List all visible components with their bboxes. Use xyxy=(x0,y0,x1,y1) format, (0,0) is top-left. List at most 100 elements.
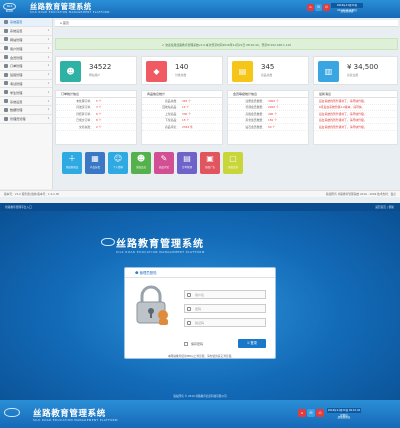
quick-add-article[interactable]: ▢ 添加文章 xyxy=(223,152,243,174)
username-field[interactable]: 用户名 xyxy=(184,290,266,299)
stat-card-users[interactable]: ☻ 34522 网站用户 xyxy=(55,56,137,85)
student-icon xyxy=(4,90,8,95)
brand-title: 丝路教育管理系统 xyxy=(116,239,204,250)
login-button[interactable]: ⚿ 登录 xyxy=(238,339,266,348)
app-header: SILK ROAD 丝路教育管理系统 SILK ROAD EDUCATION M… xyxy=(0,0,400,18)
app-subtitle: SILK ROAD EDUCATION MANAGEMENT PLATFORM xyxy=(30,11,110,14)
sidebar-item-users[interactable]: 用户管理 ▾ xyxy=(0,44,52,54)
stat-card-categories[interactable]: ◆ 140 分类总数 xyxy=(141,56,223,85)
cart-icon: ▤ xyxy=(232,61,253,82)
stat-card-revenue[interactable]: ▥ ¥ 34,500 总营业额 xyxy=(313,56,398,85)
chevron-down-icon: ▾ xyxy=(47,38,49,42)
stat-label: 分类总数 xyxy=(175,73,187,77)
chevron-down-icon: ▾ xyxy=(47,108,49,112)
panel-title: 商品信息统计 xyxy=(142,91,222,98)
comment-icon: ✎ xyxy=(160,154,168,163)
quick-comments[interactable]: ✎ 商品评论 xyxy=(154,152,174,174)
login-topbar-links[interactable]: 返回首页 | 帮助 xyxy=(375,203,394,211)
sidebar-item-classes[interactable]: 班级管理 ▾ xyxy=(0,71,52,80)
mail-icon[interactable]: ✉ xyxy=(315,4,322,11)
quick-add-product[interactable]: ＋添加新商品 xyxy=(62,152,82,174)
sidebar-item-data[interactable]: 数据管理 ▾ xyxy=(0,106,52,115)
quick-product-category[interactable]: ▦ 产品分类 xyxy=(85,152,105,174)
stat-value: 34522 xyxy=(89,63,112,71)
padlock-icon xyxy=(136,285,168,325)
chevron-down-icon: ▾ xyxy=(47,90,49,94)
sidebar-item-home[interactable]: 系统首页 xyxy=(0,18,52,27)
admin-icon xyxy=(4,116,8,121)
stat-label: 总营业额 xyxy=(347,73,359,77)
sidebar-item-site[interactable]: 网站管理 ▾ xyxy=(0,36,52,45)
book-icon xyxy=(4,72,8,77)
sidebar-item-admins[interactable]: 管理员管理 ▾ xyxy=(0,115,52,124)
admin-footer: 版本号：V1.0 服务器(当前)版本号：1.0.1.05 版权所有 丝路教育管理… xyxy=(0,190,400,197)
home-icon[interactable]: ⌂ xyxy=(307,4,314,11)
version-text: 版本号：V1.0 服务器(当前)版本号：1.0.1.05 xyxy=(4,192,60,196)
login-topbar-title: 丝路教育管理平台入口 xyxy=(5,205,32,209)
remember-password[interactable]: 保存密码 xyxy=(184,342,203,346)
login-box: ☻ 管理员登陆 用户名 密码 验证码 保存密码 ⚿ 登录 本网站推荐使用IE8以… xyxy=(124,267,276,359)
cart-icon xyxy=(4,63,8,68)
datetime-display: 2016年11月20日 09:10:44 星期日 xyxy=(327,408,361,417)
remember-checkbox[interactable] xyxy=(184,342,188,346)
header-banner: 丝路教育管理系统 SILK ROAD EDUCATION MANAGEMENT … xyxy=(0,400,400,428)
settings-icon xyxy=(4,99,8,104)
quick-add-member[interactable]: ☻ 添加会员 xyxy=(131,152,151,174)
panel-orders: 订单统计信息 未处理订单： 5 个 待发货订单： 3 个 待结算订单： 6 个 已成交… xyxy=(55,90,137,145)
cart-icon: ▤ xyxy=(183,154,191,163)
sidebar-item-students[interactable]: 学生管理 ▾ xyxy=(0,88,52,98)
password-field[interactable]: 密码 xyxy=(184,304,266,313)
person-icon: ☺ xyxy=(113,154,123,163)
captcha-field[interactable]: 验证码 xyxy=(184,318,266,327)
panel-title: 会员等级统计信息 xyxy=(228,91,308,98)
brand-subtitle: SILK ROAD EDUCATION MANAGEMENT PLATFORM xyxy=(116,250,205,254)
user-display[interactable]: 超级管理员 xyxy=(331,9,363,14)
panel-goods: 商品信息统计 商品总数： 345 个 回收站商品： 12 个 上架商品： 330 个 … xyxy=(141,90,223,145)
stat-card-goods[interactable]: ▤ 345 商品总数 xyxy=(227,56,309,85)
stat-value: 140 xyxy=(175,63,189,71)
power-icon[interactable]: ⏻ xyxy=(323,4,330,11)
tag-icon: ◆ xyxy=(146,61,167,82)
sidebar-item-members[interactable]: 会员管理 ▾ xyxy=(0,53,52,62)
quick-profile[interactable]: ☺ 个人资料 xyxy=(108,152,128,174)
logo: SILK ROAD xyxy=(3,3,16,13)
list-item: 交易失败： 2 个 xyxy=(56,124,136,131)
home-icon xyxy=(4,19,8,24)
quick-orders[interactable]: ▤ 订单管理 xyxy=(177,152,197,174)
grid-icon: ▦ xyxy=(91,154,99,163)
user-icon xyxy=(4,46,8,51)
chevron-down-icon: ▾ xyxy=(47,29,49,33)
mail-icon[interactable]: ✉ xyxy=(307,409,315,417)
list-item: 钻石会员数量： 50 个 xyxy=(228,124,308,131)
stat-label: 网站用户 xyxy=(89,73,101,77)
login-box-title: ☻ 管理员登陆 xyxy=(125,268,275,278)
chevron-down-icon: ▾ xyxy=(47,82,49,86)
home-icon[interactable]: ⌂ xyxy=(298,409,306,417)
login-brand: 丝路教育管理系统 SILK ROAD EDUCATION MANAGEMENT … xyxy=(101,235,205,254)
lock-icon xyxy=(187,307,191,311)
user-display[interactable]: 超级管理员 xyxy=(327,415,361,420)
sidebar-item-settings[interactable]: 系统设置 ▾ xyxy=(0,97,52,106)
quick-add-ad[interactable]: ▣ 添加广告 xyxy=(200,152,220,174)
power-icon[interactable]: ⏻ xyxy=(316,409,324,417)
sidebar-item-orders[interactable]: 订单管理 ▾ xyxy=(0,62,52,71)
doc-icon: ▢ xyxy=(229,154,237,163)
login-screen: 丝路教育管理平台入口 返回首页 | 帮助 丝路教育管理系统 SILK ROAD … xyxy=(0,203,400,400)
panel-news: 最新消息 后台系统找到升级补丁，请尽快升级。 6月后台系统升级2.0版本，请尽快… xyxy=(313,90,398,145)
user-plus-icon: ☻ xyxy=(136,154,146,163)
chevron-down-icon: ▾ xyxy=(47,64,49,68)
database-icon xyxy=(4,107,8,112)
browser-note: 本网站推荐使用IE8以上浏览器，请勿使用其它浏览器。 xyxy=(167,354,234,358)
sidebar-item-system[interactable]: 系统设置 ▾ xyxy=(0,27,52,36)
welcome-notice: ✔ 欢迎使用丝路教育管理系统v1.0,本次登录时间2016年11月21日 08:… xyxy=(55,38,398,50)
sidebar-item-exams[interactable]: 考试管理 ▾ xyxy=(0,80,52,89)
login-copyright: 版权所有 © 2016 丝路教育信息科技有限公司 xyxy=(173,395,227,398)
list-item: 商品评论： 2344 条 xyxy=(142,124,222,131)
datetime-display: 2016年11月20日 09:10:44 星期日 xyxy=(331,3,363,12)
news-item[interactable]: 后台系统找到升级补丁，请尽快升级。 xyxy=(314,124,397,131)
chevron-down-icon: ▾ xyxy=(47,99,49,103)
gear-icon xyxy=(4,28,8,33)
sidebar: 系统首页 系统设置 ▾ 网站管理 ▾ 用户管理 ▾ 会员管理 ▾ 订单管理 ▾ 班级管理 ▾… xyxy=(0,18,53,189)
stat-value: 345 xyxy=(261,63,275,71)
image-icon: ▣ xyxy=(206,154,214,163)
